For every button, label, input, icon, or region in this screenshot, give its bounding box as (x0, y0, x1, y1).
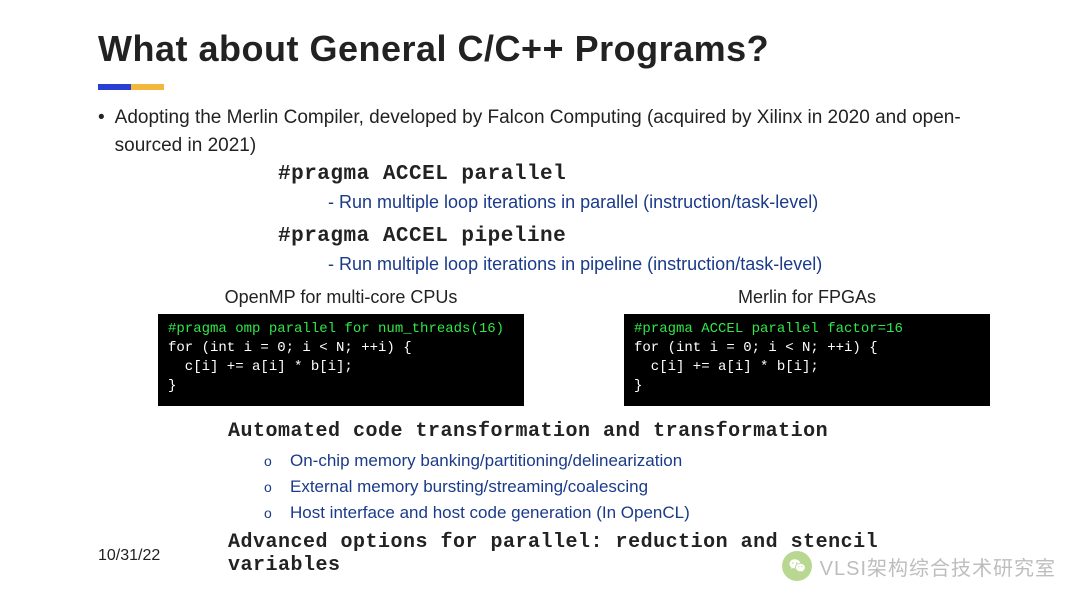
openmp-title: OpenMP for multi-core CPUs (158, 287, 524, 308)
auto-item-text: On-chip memory banking/partitioning/deli… (290, 451, 682, 471)
merlin-code-pragma: #pragma ACCEL parallel factor=16 (634, 321, 903, 337)
merlin-code-body: for (int i = 0; i < N; ++i) { c[i] += a[… (634, 340, 878, 394)
circle-bullet-icon: o (264, 479, 278, 495)
page-title: What about General C/C++ Programs? (98, 28, 990, 70)
auto-section: Automated code transformation and transf… (228, 420, 990, 523)
watermark: VLSI架构综合技术研究室 (782, 551, 1056, 581)
merlin-column: Merlin for FPGAs #pragma ACCEL parallel … (624, 287, 990, 406)
pragma-parallel-desc: - Run multiple loop iterations in parall… (328, 192, 990, 213)
watermark-text: VLSI架构综合技术研究室 (820, 552, 1056, 581)
merlin-title: Merlin for FPGAs (624, 287, 990, 308)
list-item: o On-chip memory banking/partitioning/de… (264, 451, 990, 471)
wechat-icon (782, 551, 812, 581)
pragma-pipeline: #pragma ACCEL pipeline (278, 225, 990, 248)
merlin-code: #pragma ACCEL parallel factor=16 for (in… (624, 314, 990, 406)
circle-bullet-icon: o (264, 505, 278, 521)
main-bullet: • Adopting the Merlin Compiler, develope… (98, 104, 988, 159)
list-item: o Host interface and host code generatio… (264, 503, 990, 523)
list-item: o External memory bursting/streaming/coa… (264, 477, 990, 497)
pragma-parallel: #pragma ACCEL parallel (278, 163, 990, 186)
auto-item-text: Host interface and host code generation … (290, 503, 690, 523)
openmp-column: OpenMP for multi-core CPUs #pragma omp p… (158, 287, 524, 406)
bullet-dot-icon: • (98, 104, 105, 159)
bullet-text: Adopting the Merlin Compiler, developed … (115, 104, 988, 159)
openmp-code: #pragma omp parallel for num_threads(16)… (158, 314, 524, 406)
title-underline (98, 84, 164, 90)
auto-item-text: External memory bursting/streaming/coale… (290, 477, 648, 497)
slide: What about General C/C++ Programs? • Ado… (0, 0, 1080, 577)
auto-heading: Automated code transformation and transf… (228, 420, 990, 443)
openmp-code-pragma: #pragma omp parallel for num_threads(16) (168, 321, 504, 337)
circle-bullet-icon: o (264, 453, 278, 469)
pragma-section: #pragma ACCEL parallel - Run multiple lo… (278, 163, 990, 275)
pragma-pipeline-desc: - Run multiple loop iterations in pipeli… (328, 254, 990, 275)
slide-date: 10/31/22 (98, 547, 160, 565)
openmp-code-body: for (int i = 0; i < N; ++i) { c[i] += a[… (168, 340, 412, 394)
auto-list: o On-chip memory banking/partitioning/de… (264, 451, 990, 523)
code-columns: OpenMP for multi-core CPUs #pragma omp p… (158, 287, 990, 406)
